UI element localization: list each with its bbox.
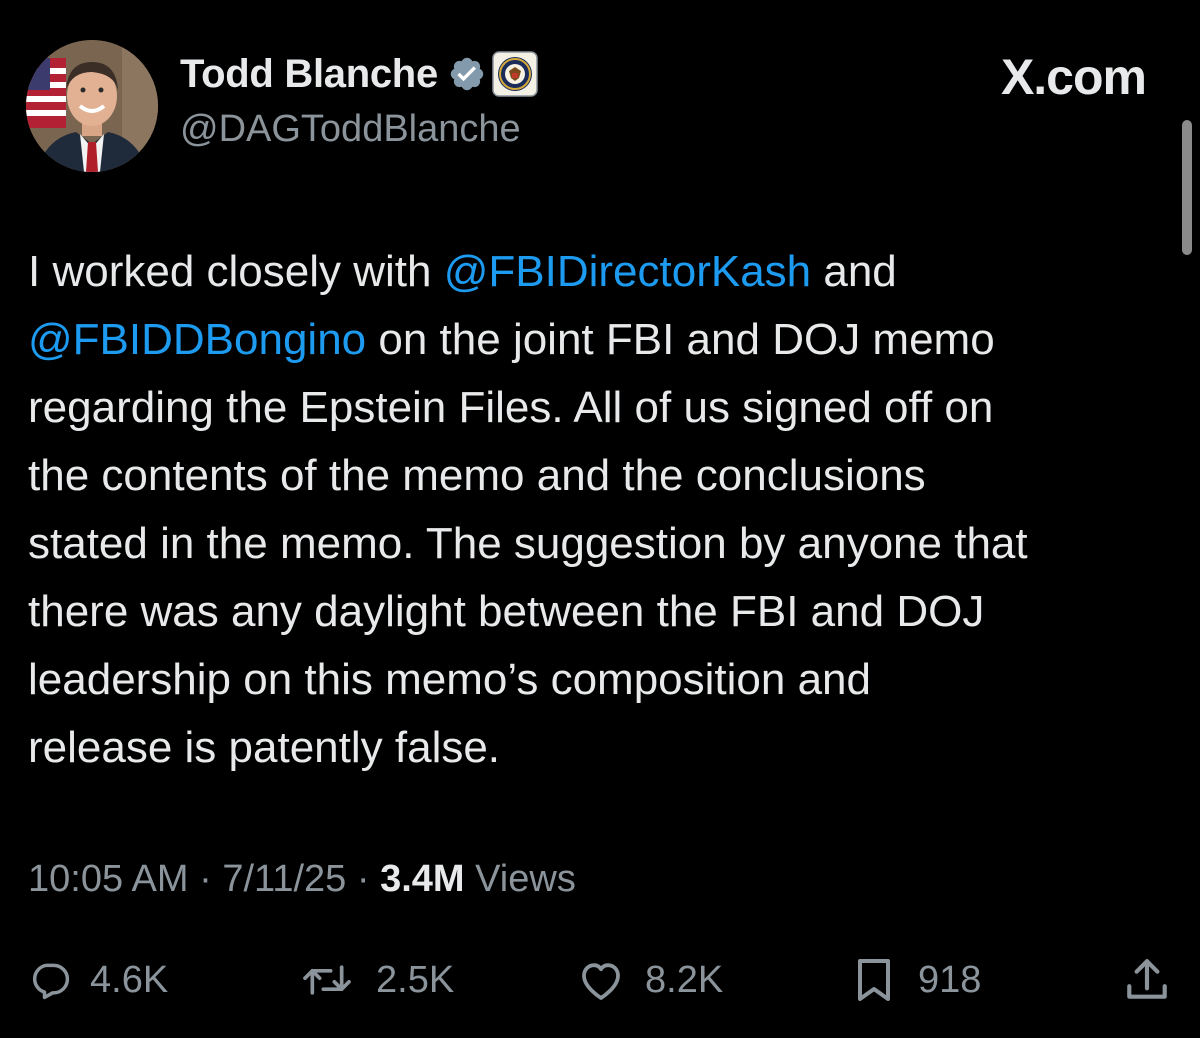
meta-separator: · (346, 858, 381, 900)
share-button[interactable] (1122, 950, 1172, 1010)
tweet-meta: 10:05 AM · 7/11/25 · 3.4M Views (28, 858, 576, 901)
tweet-text-line: release is patently false. (28, 714, 1178, 782)
repost-button[interactable]: 2.5K (296, 950, 454, 1010)
mention-link[interactable]: @FBIDDBongino (28, 315, 366, 364)
reply-count: 4.6K (90, 958, 169, 1001)
like-count: 8.2K (645, 958, 724, 1001)
reply-button[interactable]: 4.6K (28, 950, 168, 1010)
tweet-text-line: the contents of the memo and the conclus… (28, 442, 1178, 510)
tweet-text-segment: leadership on this memo’s composition an… (28, 655, 871, 704)
author-display-name[interactable]: Todd Blanche (180, 52, 438, 97)
bookmark-icon (858, 959, 890, 1001)
author-handle[interactable]: @DAGToddBlanche (180, 108, 521, 151)
tweet-time[interactable]: 10:05 AM (28, 858, 189, 900)
share-icon (1127, 959, 1167, 999)
tweet-text-segment: stated in the memo. The suggestion by an… (28, 519, 1028, 568)
tweet-text-segment: and (811, 247, 897, 296)
repost-count: 2.5K (376, 958, 455, 1001)
scrollbar[interactable] (1182, 120, 1192, 255)
doj-seal-icon[interactable] (492, 51, 538, 97)
tweet-text-line: there was any daylight between the FBI a… (28, 578, 1178, 646)
action-bar: 4.6K 2.5K 8.2K 918 (0, 950, 1200, 1010)
bookmark-button[interactable]: 918 (848, 950, 981, 1010)
tweet-text-segment: regarding the Epstein Files. All of us s… (28, 383, 994, 432)
tweet-text-segment: there was any daylight between the FBI a… (28, 587, 985, 636)
avatar-photo (26, 40, 158, 172)
heart-icon (582, 963, 620, 1000)
site-watermark: X.com (1000, 49, 1147, 105)
tweet-text-line: regarding the Epstein Files. All of us s… (28, 374, 1178, 442)
verified-badge-icon[interactable] (448, 55, 486, 93)
tweet-text-segment: I worked closely with (28, 247, 444, 296)
tweet-text-line: stated in the memo. The suggestion by an… (28, 510, 1178, 578)
tweet-text-line: leadership on this memo’s composition an… (28, 646, 1178, 714)
avatar[interactable] (26, 40, 158, 172)
tweet-text-segment: the contents of the memo and the conclus… (28, 451, 926, 500)
reply-icon (32, 963, 70, 1000)
tweet-text: I worked closely with @FBIDirectorKash a… (28, 238, 1178, 782)
views-count: 3.4M (380, 858, 465, 900)
tweet-text-line: I worked closely with @FBIDirectorKash a… (28, 238, 1178, 306)
views-label: Views (464, 858, 576, 900)
author-name-row: Todd Blanche (180, 50, 538, 98)
tweet-text-line: @FBIDDBongino on the joint FBI and DOJ m… (28, 306, 1178, 374)
mention-link[interactable]: @FBIDirectorKash (444, 247, 811, 296)
tweet-text-segment: release is patently false. (28, 723, 501, 772)
meta-separator: · (188, 858, 223, 900)
repost-icon (303, 965, 351, 995)
tweet-text-segment: on the joint FBI and DOJ memo (366, 315, 995, 364)
bookmark-count: 918 (918, 958, 982, 1001)
tweet-date[interactable]: 7/11/25 (222, 858, 346, 900)
like-button[interactable]: 8.2K (575, 950, 723, 1010)
